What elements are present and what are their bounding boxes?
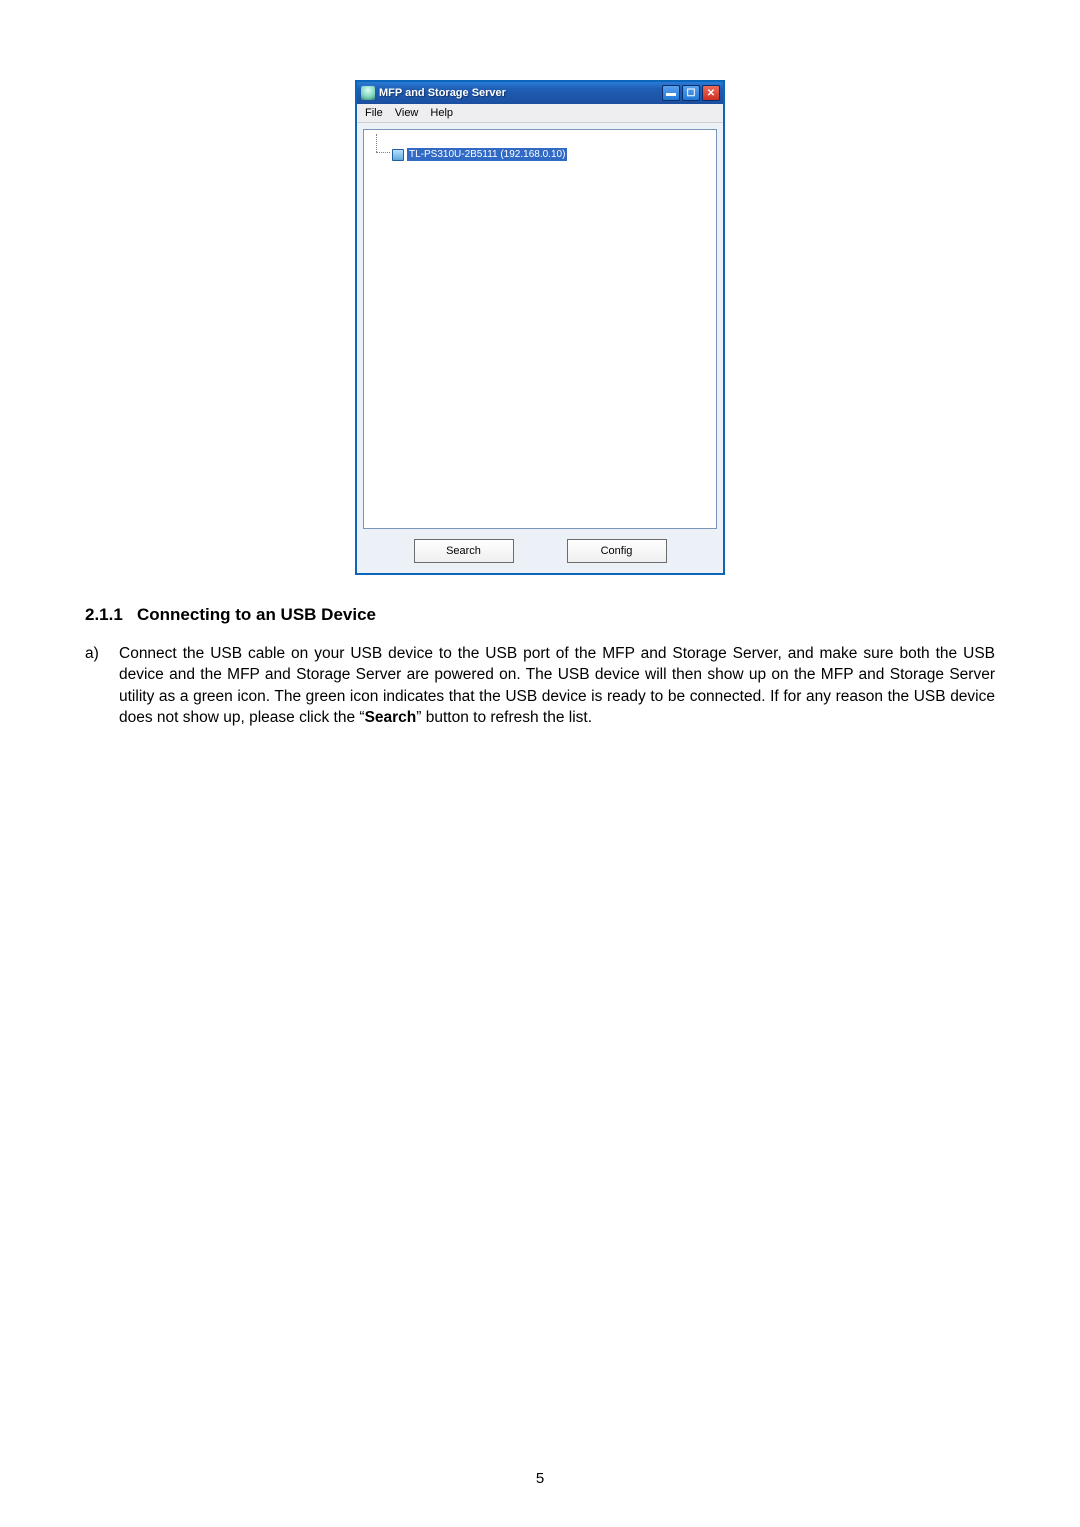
maximize-icon: ☐ — [687, 88, 696, 99]
instruction-text-part2: ” button to refresh the list. — [416, 709, 592, 726]
app-window: MFP and Storage Server ▬ ☐ ✕ File View H… — [355, 80, 725, 575]
menu-help[interactable]: Help — [424, 106, 459, 120]
title-bar: MFP and Storage Server ▬ ☐ ✕ — [357, 82, 723, 104]
page-root: MFP and Storage Server ▬ ☐ ✕ File View H… — [0, 0, 1080, 1527]
window-controls: ▬ ☐ ✕ — [662, 85, 720, 101]
close-button[interactable]: ✕ — [702, 85, 720, 101]
maximize-button[interactable]: ☐ — [682, 85, 700, 101]
minimize-icon: ▬ — [666, 88, 676, 99]
section-title: Connecting to an USB Device — [137, 605, 376, 625]
tree-connector — [376, 134, 377, 152]
close-icon: ✕ — [707, 88, 715, 99]
section-number: 2.1.1 — [85, 605, 137, 625]
menu-file[interactable]: File — [359, 106, 389, 120]
app-icon — [361, 86, 375, 100]
server-icon — [392, 149, 404, 161]
tree-item[interactable]: TL-PS310U-2B5111 (192.168.0.10) — [392, 148, 567, 161]
instruction-item: Connect the USB cable on your USB device… — [119, 643, 995, 729]
page-number: 5 — [0, 1470, 1080, 1487]
menu-bar: File View Help — [357, 104, 723, 123]
menu-view[interactable]: View — [389, 106, 425, 120]
tree-connector — [376, 152, 390, 153]
window-title: MFP and Storage Server — [379, 87, 662, 99]
minimize-button[interactable]: ▬ — [662, 85, 680, 101]
tree-item-label: TL-PS310U-2B5111 (192.168.0.10) — [407, 148, 567, 161]
instruction-list: Connect the USB cable on your USB device… — [85, 643, 995, 729]
instruction-text-bold: Search — [365, 709, 417, 726]
section-heading: 2.1.1 Connecting to an USB Device — [85, 605, 995, 625]
device-tree: TL-PS310U-2B5111 (192.168.0.10) — [363, 129, 717, 529]
button-row: Search Config — [357, 535, 723, 573]
config-button[interactable]: Config — [567, 539, 667, 563]
search-button[interactable]: Search — [414, 539, 514, 563]
